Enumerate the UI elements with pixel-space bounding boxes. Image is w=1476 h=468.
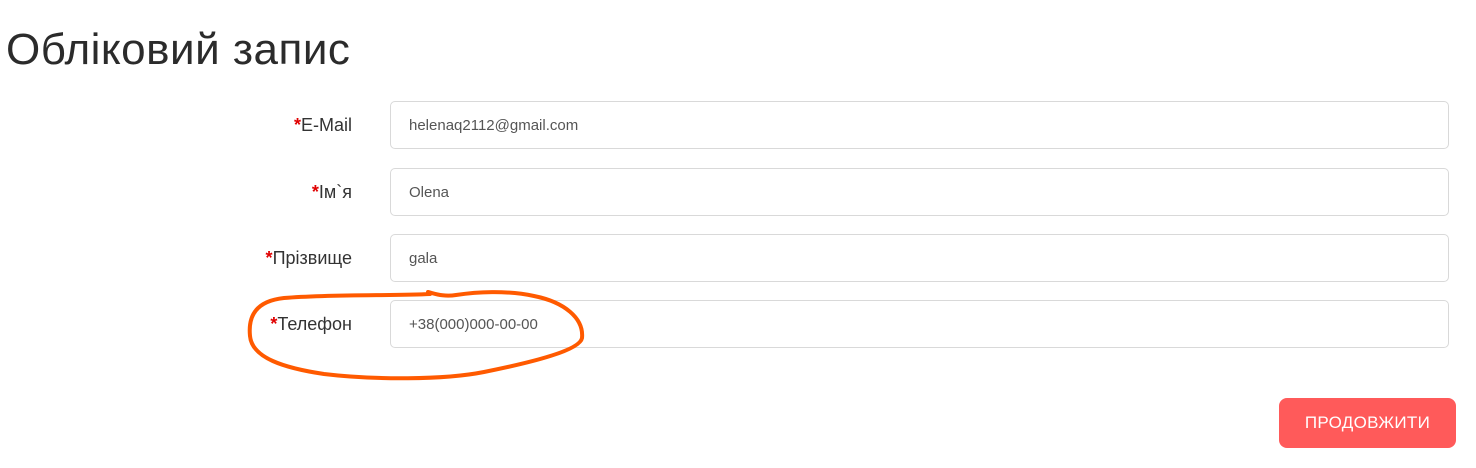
email-label: *E-Mail (294, 101, 352, 149)
phone-label: *Телефон (270, 300, 352, 348)
continue-button[interactable]: ПРОДОВЖИТИ (1279, 398, 1456, 448)
phone-label-text: Телефон (277, 314, 352, 334)
required-mark: * (311, 182, 319, 202)
last-name-row: *Прізвище (0, 234, 1476, 282)
last-name-label: *Прізвище (266, 234, 352, 282)
last-name-field[interactable] (390, 234, 1449, 282)
page-title: Обліковий запис (6, 25, 351, 74)
email-label-text: E-Mail (300, 115, 352, 135)
email-row: *E-Mail (0, 101, 1476, 149)
required-mark: * (293, 115, 301, 135)
last-name-label-text: Прізвище (272, 248, 352, 268)
first-name-row: *Ім`я (0, 168, 1476, 216)
first-name-label-text: Ім`я (318, 182, 352, 202)
first-name-field[interactable] (390, 168, 1449, 216)
first-name-label: *Ім`я (312, 168, 352, 216)
required-mark: * (265, 248, 273, 268)
phone-row: *Телефон (0, 300, 1476, 348)
phone-field[interactable] (390, 300, 1449, 348)
account-page: Обліковий запис *E-Mail *Ім`я *Прізвище … (0, 0, 1476, 468)
email-field[interactable] (390, 101, 1449, 149)
